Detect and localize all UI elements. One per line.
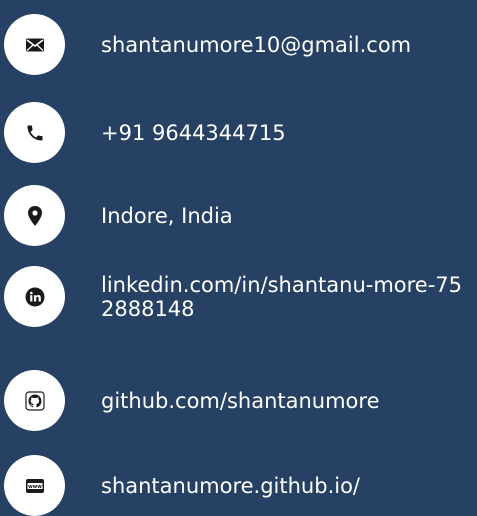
phone-text: +91 9644344715 xyxy=(101,120,286,145)
location-pin-icon xyxy=(27,205,42,226)
contact-info-list: shantanumore10@gmail.com +91 9644344715 … xyxy=(0,0,477,516)
github-icon-badge xyxy=(4,370,65,431)
linkedin-icon xyxy=(25,287,44,306)
phone-icon xyxy=(27,125,42,140)
github-contact-item[interactable]: github.com/shantanumore xyxy=(4,370,474,431)
website-icon-badge: www xyxy=(4,455,65,516)
linkedin-icon-badge xyxy=(4,266,65,327)
envelope-icon xyxy=(25,38,44,51)
website-text: shantanumore.github.io/ xyxy=(101,473,361,498)
email-text: shantanumore10@gmail.com xyxy=(101,32,412,57)
location-contact-item[interactable]: Indore, India xyxy=(4,185,474,246)
svg-text:www: www xyxy=(28,483,42,489)
email-icon-badge xyxy=(4,14,65,75)
github-text: github.com/shantanumore xyxy=(101,388,380,413)
linkedin-contact-item[interactable]: linkedin.com/in/shantanu-more-752888148 xyxy=(4,266,474,327)
phone-icon-badge xyxy=(4,102,65,163)
github-icon xyxy=(24,390,45,411)
location-icon-badge xyxy=(4,185,65,246)
website-contact-item[interactable]: www shantanumore.github.io/ xyxy=(4,455,474,516)
email-contact-item[interactable]: shantanumore10@gmail.com xyxy=(4,14,474,75)
linkedin-text: linkedin.com/in/shantanu-more-752888148 xyxy=(101,272,463,321)
www-globe-icon: www xyxy=(25,478,44,493)
location-text: Indore, India xyxy=(101,203,233,228)
phone-contact-item[interactable]: +91 9644344715 xyxy=(4,102,474,163)
